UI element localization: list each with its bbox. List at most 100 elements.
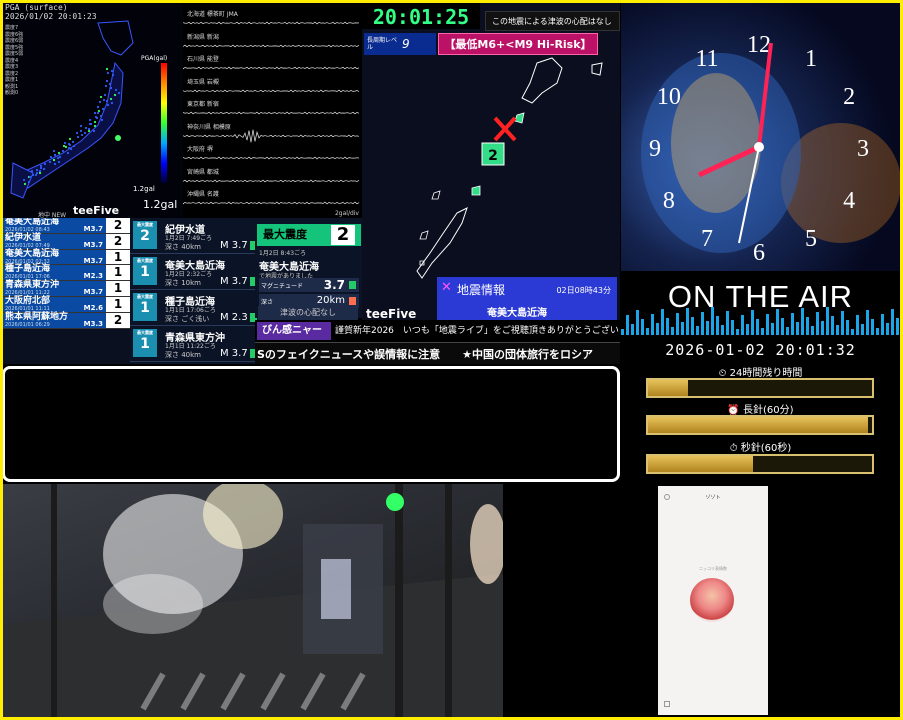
list-item[interactable]: 大阪府北部 2026/01/01 11:11 M2.6 1 (3, 296, 130, 313)
station-dot (108, 82, 112, 86)
clock-numeral: 6 (753, 240, 765, 266)
quake-depth: 深さ ごく浅い (165, 315, 210, 323)
menu-icon[interactable] (664, 701, 670, 707)
depth-value: 20km (316, 295, 345, 306)
quake-detail-item[interactable]: 最大震度 1 奄美大島近海 1月2日 2:32ごろ 深さ 10km M 3.7 (130, 254, 260, 290)
station-dot (30, 169, 34, 173)
station-dot (28, 175, 32, 179)
quake-magnitude: M 2.3 (220, 312, 257, 323)
station-dot (66, 151, 70, 155)
list-item-info: 奄美大島近海 2026/01/02 02:32 M3.7 (3, 249, 106, 265)
seismo-trace (183, 66, 360, 70)
quake-detail-item[interactable]: 最大震度 2 紀伊水道 1月2日 7:49ごろ 深さ 40km M 3.7 (130, 218, 260, 254)
list-item-magnitude: M2.6 (83, 303, 103, 312)
equalizer-bar (871, 319, 874, 335)
quake-magnitude: M 3.7 (220, 240, 257, 251)
list-item-intensity: 2 (106, 218, 130, 233)
quake-magnitude: M 3.7 (220, 276, 257, 287)
clock-numeral: 5 (805, 226, 817, 252)
max-intensity-time: 1月2日 8:43ごろ (259, 250, 307, 257)
badge-label: 最大震度 (137, 222, 153, 227)
equalizer-bar (621, 329, 624, 335)
list-item-magnitude: M3.7 (83, 240, 103, 249)
intensity-badge: 最大震度 1 (133, 293, 157, 321)
list-item[interactable]: 奄美大島近海 2026/01/02 08:43 M3.7 2 (3, 218, 130, 234)
list-item-magnitude: M3.7 (83, 288, 103, 297)
quake-magnitude-value: M 3.7 (220, 348, 248, 359)
station-dot (57, 160, 61, 164)
badge-value: 1 (140, 300, 150, 316)
progress-fill-minute (648, 417, 868, 433)
station-dot (84, 126, 88, 130)
seismo-trace-row: 新潟県 新潟 (183, 32, 361, 54)
quake-detail-item[interactable]: 最大震度 1 青森県東方沖 1月1日 11:22ごろ 深さ 40km M 3.7 (130, 326, 260, 362)
progress-fill-24h (648, 380, 689, 396)
station-dot (75, 131, 79, 135)
list-item-info: 種子島近海 2026/01/01 17:06 M2.3 (3, 265, 106, 280)
station-dot (64, 145, 68, 149)
quake-detail-item[interactable]: 最大震度 1 種子島近海 1月1日 17:06ごろ 深さ ごく浅い M 2.3 (130, 290, 260, 326)
equalizer-bar (831, 316, 834, 335)
station-dot (109, 97, 113, 101)
max-pga-value: 1.2gal (143, 198, 178, 211)
station-dot (110, 101, 114, 105)
seismo-trace-row: 埼玉県 岩槻 (183, 77, 361, 99)
ticker-top: びん感ニャース 謹賀新年2026 いつも「地震ライブ」をご視聴頂きありがとうござ… (255, 320, 620, 342)
station-dot (38, 169, 42, 173)
list-item-intensity: 1 (106, 281, 130, 296)
seismo-trace (183, 129, 360, 142)
equalizer-bar (846, 320, 849, 335)
quake-info-date: 02日08時43分 (556, 286, 611, 295)
analog-clock: 121234567891011 (641, 32, 900, 266)
list-item[interactable]: 青森県東方沖 2026/01/01 11:22 M3.7 1 (3, 281, 130, 297)
station-dot (68, 143, 72, 147)
magnitude-row: マグニチュード 3.7 (259, 278, 359, 292)
quake-time: 1月1日 11:22ごろ (165, 343, 216, 350)
station-dot (106, 71, 110, 75)
max-intensity-label: 最大震度 (263, 228, 307, 241)
equalizer-bar (836, 325, 839, 335)
depth-color-chip (349, 297, 356, 305)
equalizer-bar (771, 323, 774, 335)
station-dot (79, 124, 83, 128)
quake-magnitude-value: M 3.7 (220, 276, 248, 287)
equalizer-bar (656, 323, 659, 335)
equalizer-bar (861, 324, 864, 335)
pga-scale-label: PGA(gal) (141, 55, 168, 62)
equalizer-bar (701, 312, 704, 335)
quake-info-title: 地震情報 (457, 283, 506, 297)
equalizer-bar (886, 323, 889, 335)
station-dot (96, 111, 100, 115)
progress-bar-24h (646, 378, 874, 398)
street-camera-feed (3, 484, 503, 717)
station-dot (99, 95, 103, 99)
list-item[interactable]: 熊本県阿蘇地方 2026/01/01 06:29 M3.3 2 (3, 312, 130, 329)
avatar (690, 578, 734, 622)
equalizer-bar (626, 315, 629, 335)
equalizer-bar (756, 319, 759, 335)
list-item-intensity: 1 (106, 296, 130, 312)
ticker-message-2: Sのフェイクニュースや誤情報に注意 ★中国の団体旅行をロシア (257, 348, 594, 361)
badge-value: 2 (140, 228, 150, 244)
quake-time: 1月1日 17:06ごろ (165, 307, 216, 314)
station-dot (106, 103, 110, 107)
list-item-intensity: 1 (106, 265, 130, 281)
digital-clock: 20:01:25 (362, 3, 480, 29)
equalizer-bar (896, 318, 899, 335)
seismo-trace-row: 宮崎県 都城 (183, 167, 361, 189)
station-dot (52, 149, 56, 153)
seismograph-panel: 北海道 標茶町 JMA 新潟県 新潟 石川県 能登 埼玉県 岩槻 東京都 新宿 神奈川県 … (183, 3, 361, 218)
list-item[interactable]: 紀伊水道 2026/01/02 07:49 M3.7 2 (3, 233, 130, 250)
on-air-title: ON THE AIR (667, 279, 854, 314)
list-item[interactable]: 種子島近海 2026/01/01 17:06 M2.3 1 (3, 265, 130, 282)
max-intensity-header: 最大震度 2 (257, 224, 361, 246)
seismo-trace-row: 北海道 標茶町 JMA (183, 9, 361, 31)
station-dot (99, 114, 103, 118)
station-dot (35, 171, 39, 175)
list-item-intensity: 1 (106, 249, 130, 265)
station-dot (103, 93, 107, 97)
ticker-message-1: 謹賀新年2026 いつも「地震ライブ」をご視聴頂きありがとうございます! (335, 326, 620, 336)
station-dot (93, 120, 97, 124)
clock-numeral: 11 (695, 46, 718, 72)
list-item-magnitude: M2.3 (83, 272, 103, 281)
